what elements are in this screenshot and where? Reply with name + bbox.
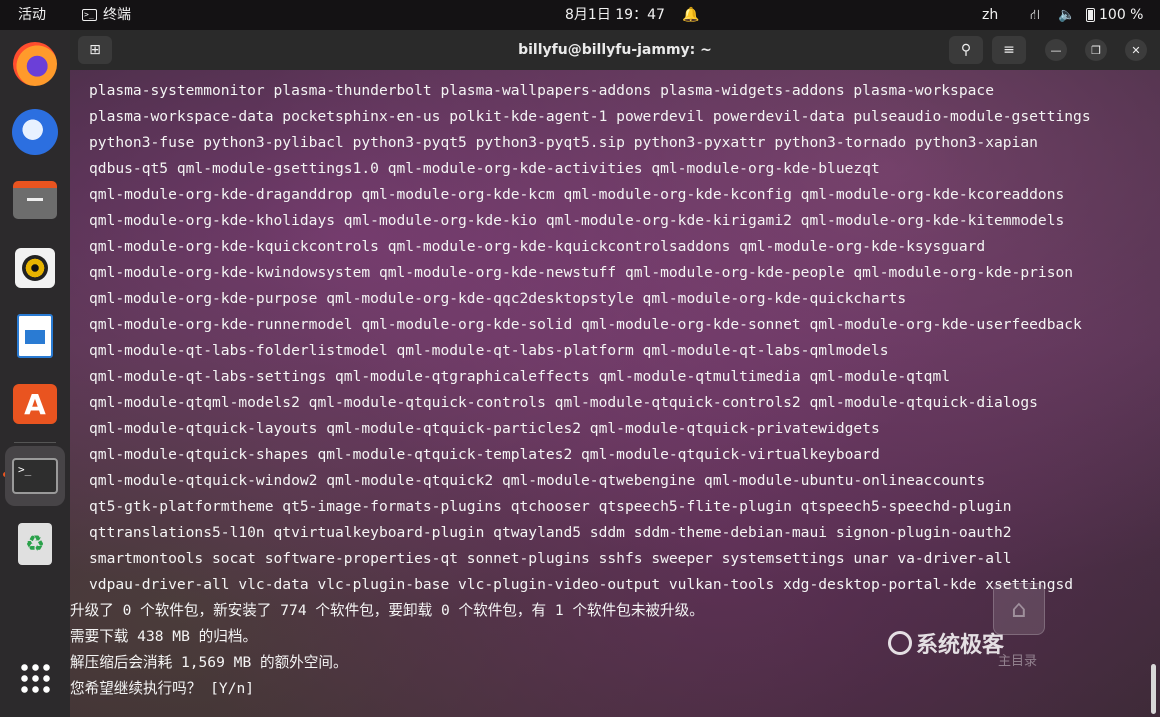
search-button[interactable]: ⚲ bbox=[949, 36, 983, 64]
dock-item-app-center[interactable]: A bbox=[5, 374, 65, 434]
output-line: smartmontools socat software-properties-… bbox=[89, 550, 1012, 567]
firefox-icon bbox=[13, 42, 57, 86]
output-line: qml-module-qtquick-layouts qml-module-qt… bbox=[89, 420, 880, 437]
output-line: qdbus-qt5 qml-module-gsettings1.0 qml-mo… bbox=[89, 160, 880, 177]
disk-space-line: 解压缩后会消耗 1,569 MB 的额外空间。 bbox=[70, 654, 348, 671]
minimize-button[interactable]: — bbox=[1045, 39, 1067, 61]
dock-item-trash[interactable]: ♻ bbox=[5, 514, 65, 574]
files-icon bbox=[13, 181, 57, 219]
maximize-icon: ❐ bbox=[1091, 43, 1101, 57]
app-store-icon: A bbox=[13, 384, 57, 424]
terminal-output[interactable]: plasma-systemmonitor plasma-thunderbolt … bbox=[70, 70, 1150, 717]
new-tab-button[interactable]: ⊞ bbox=[78, 36, 112, 64]
dock-separator bbox=[14, 442, 56, 443]
terminal-app-icon: >_ bbox=[82, 9, 97, 21]
hamburger-menu-icon: ≡ bbox=[1003, 42, 1015, 58]
dock-item-thunderbird[interactable] bbox=[5, 102, 65, 162]
close-icon: ✕ bbox=[1131, 43, 1141, 57]
dock-item-terminal[interactable]: >_ bbox=[5, 446, 65, 506]
battery-indicator[interactable]: 100 % bbox=[1086, 0, 1143, 30]
output-line: qml-module-qtquick-shapes qml-module-qtq… bbox=[89, 446, 880, 463]
volume-icon[interactable]: 🔈 bbox=[1058, 0, 1075, 30]
watermark-logo-icon bbox=[888, 631, 912, 655]
dock-item-rhythmbox[interactable] bbox=[5, 238, 65, 298]
network-icon[interactable]: ⛙ bbox=[1030, 0, 1040, 30]
output-line: python3-fuse python3-pylibacl python3-py… bbox=[89, 134, 1038, 151]
dock-item-libreoffice-writer[interactable] bbox=[5, 306, 65, 366]
watermark-logo: 系统极客 bbox=[888, 627, 1004, 659]
trash-icon: ♻ bbox=[18, 523, 52, 565]
battery-percent: 100 % bbox=[1099, 7, 1144, 23]
maximize-button[interactable]: ❐ bbox=[1085, 39, 1107, 61]
output-line: plasma-systemmonitor plasma-thunderbolt … bbox=[89, 82, 994, 99]
battery-icon bbox=[1086, 8, 1095, 22]
confirm-prompt[interactable]: 您希望继续执行吗？ [Y/n] bbox=[70, 676, 254, 702]
thunderbird-icon bbox=[12, 109, 58, 155]
upgrade-summary-line: 升级了 0 个软件包，新安装了 774 个软件包，要卸载 0 个软件包，有 1 … bbox=[70, 602, 704, 619]
watermark-brand-text: 系统极客 bbox=[916, 633, 1005, 658]
output-line: qttranslations5-l10n qtvirtualkeyboard-p… bbox=[89, 524, 1012, 541]
clock[interactable]: 8月1日 19：47 bbox=[565, 0, 665, 30]
app-menu[interactable]: >_ 终端 bbox=[82, 0, 131, 30]
app-name: 终端 bbox=[103, 7, 131, 23]
app-grid-icon bbox=[19, 662, 51, 694]
output-line: qml-module-org-kde-kquickcontrols qml-mo… bbox=[89, 238, 986, 255]
output-line: qml-module-qtqml-models2 qml-module-qtqu… bbox=[89, 394, 1038, 411]
menu-button[interactable]: ≡ bbox=[992, 36, 1026, 64]
input-language-indicator[interactable]: zh bbox=[982, 0, 998, 30]
close-button[interactable]: ✕ bbox=[1125, 39, 1147, 61]
output-line: vdpau-driver-all vlc-data vlc-plugin-bas… bbox=[89, 576, 1074, 593]
output-line: plasma-workspace-data pocketsphinx-en-us… bbox=[89, 108, 1091, 125]
show-applications-button[interactable] bbox=[5, 648, 65, 708]
dock: A >_ ♻ bbox=[0, 30, 70, 717]
dock-item-files[interactable] bbox=[5, 170, 65, 230]
output-line: qml-module-qt-labs-settings qml-module-q… bbox=[89, 368, 951, 385]
top-bar: 活动 >_ 终端 8月1日 19：47 🔔 zh ⛙ 🔈 100 % bbox=[0, 0, 1160, 30]
rhythmbox-icon bbox=[15, 248, 55, 288]
output-line: qt5-gtk-platformtheme qt5-image-formats-… bbox=[89, 498, 1012, 515]
output-line: qml-module-org-kde-kwindowsystem qml-mod… bbox=[89, 264, 1074, 281]
activities-button[interactable]: 活动 bbox=[18, 0, 46, 30]
home-icon: ⌂ bbox=[1011, 595, 1027, 623]
output-line: qml-module-qt-labs-folderlistmodel qml-m… bbox=[89, 342, 889, 359]
output-line: qml-module-org-kde-runnermodel qml-modul… bbox=[89, 316, 1082, 333]
output-line: qml-module-org-kde-kholidays qml-module-… bbox=[89, 212, 1065, 229]
writer-icon bbox=[17, 314, 53, 358]
output-line: qml-module-qtquick-window2 qml-module-qt… bbox=[89, 472, 986, 489]
dock-item-firefox[interactable] bbox=[5, 34, 65, 94]
minimize-icon: — bbox=[1050, 43, 1062, 57]
title-bar: billyfu@billyfu-jammy: ~ ⊞ ⚲ ≡ — ❐ ✕ bbox=[70, 30, 1160, 70]
scrollbar[interactable] bbox=[1151, 664, 1156, 714]
new-tab-icon: ⊞ bbox=[89, 42, 101, 58]
output-line: qml-module-org-kde-draganddrop qml-modul… bbox=[89, 186, 1065, 203]
output-line: qml-module-org-kde-purpose qml-module-or… bbox=[89, 290, 907, 307]
search-icon: ⚲ bbox=[960, 42, 972, 58]
terminal-icon: >_ bbox=[12, 458, 58, 494]
download-size-line: 需要下载 438 MB 的归档。 bbox=[70, 628, 258, 645]
notification-bell-icon: 🔔 bbox=[682, 7, 700, 23]
